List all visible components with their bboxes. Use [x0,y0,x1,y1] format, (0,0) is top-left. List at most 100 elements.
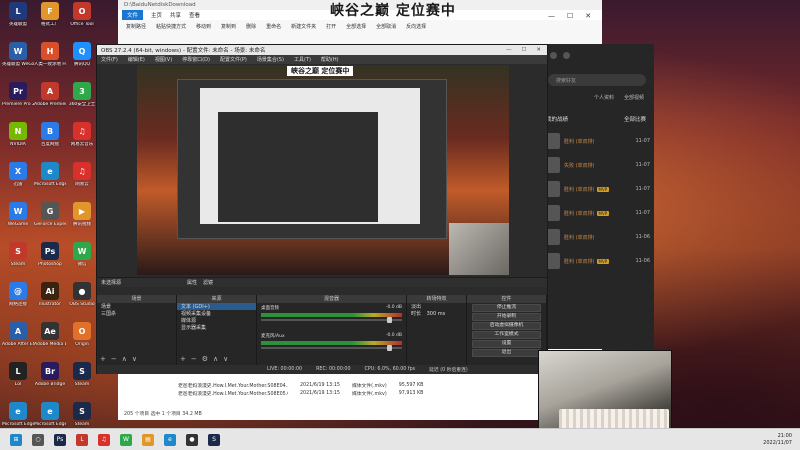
ribbon-command[interactable]: 全部选择 [346,23,366,42]
slider-handle[interactable] [387,317,392,323]
explorer-icon[interactable]: ▤ [142,433,154,446]
match-filter[interactable]: 全部比赛 [624,115,646,123]
source-item[interactable]: 媒体源 [177,317,256,324]
source-item[interactable]: 文本 (GDI+) [177,303,256,310]
desktop-icon[interactable]: ● OBS Studio [66,282,98,322]
taskbar-clock[interactable]: 21:00 2022/11/07 [763,433,800,447]
match-row[interactable]: 胜利 (单双排) MVP 11-06 [540,249,654,273]
menu-item[interactable]: 帮助(H) [321,56,339,63]
add-icon[interactable]: + [100,355,106,363]
ribbon-command[interactable]: 移动到 [196,23,211,42]
desktop-icon[interactable]: e Microsoft Edge [34,162,66,202]
file-row[interactable]: 老爸老妈浪漫史.How.I.Met.Your.Mother.S08E05.Chi… [178,390,508,398]
desktop-icon[interactable]: F 格式工厂 [34,2,66,42]
volume-slider[interactable] [261,317,402,323]
add-icon[interactable]: + [180,355,186,363]
menu-item[interactable]: 视图(V) [155,56,172,63]
wechat-icon[interactable]: W [120,433,132,446]
duration-value[interactable]: 300 ms [427,311,446,317]
volume-slider[interactable] [261,345,402,351]
desktop-icon[interactable]: O Office Tool [66,2,98,42]
desktop-icon[interactable]: L 英雄联盟 [2,2,34,42]
desktop-icon[interactable]: X 迅雷 [2,162,34,202]
obs-preview[interactable]: 峡谷之巅 定位赛中 [137,65,509,275]
avatar[interactable] [563,51,570,59]
steam-icon[interactable]: S [208,433,220,446]
desktop-icon[interactable]: S Steam [66,362,98,402]
desktop-icon[interactable]: W 微信 [66,242,98,282]
ribbon-command[interactable]: 新建文件夹 [291,23,316,42]
tab-profile[interactable]: 个人资料 [594,94,614,101]
desktop-icon[interactable]: N NVIDIA [2,122,34,162]
file-row[interactable]: 老爸老妈浪漫史.How.I.Met.Your.Mother.S08E04... 2… [178,382,508,390]
close-icon[interactable]: ✕ [585,12,591,20]
obs-icon[interactable]: ● [186,433,198,446]
desktop-icon[interactable]: ▶ 腾讯视频 [66,202,98,242]
scene-item[interactable]: 三国杀 [97,310,176,317]
desktop-icon[interactable]: ♫ 网易云 [66,162,98,202]
desktop-icon[interactable]: G GeForce Experience [34,202,66,242]
properties-button[interactable]: 属性 [187,279,197,286]
transition-duration[interactable]: 时长 300 ms [407,310,466,317]
remove-icon[interactable]: − [111,355,117,363]
desktop-icon[interactable]: S Steam [2,242,34,282]
tab-file[interactable]: 文件 [122,10,144,20]
desktop-icon[interactable]: A Adobe Premiere [34,82,66,122]
up-icon[interactable]: ∧ [213,355,218,363]
obs-control-button[interactable]: 开始录制 [472,313,541,321]
lol-icon[interactable]: L [76,433,88,446]
menu-item[interactable]: 工具(T) [294,56,311,63]
obs-control-button[interactable]: 工作室模式 [472,331,541,339]
photoshop-icon[interactable]: Ps [54,433,66,446]
menu-item[interactable]: 编辑(E) [128,56,145,63]
scene-item[interactable]: 场景 [97,303,176,310]
close-icon[interactable]: ✕ [536,47,541,53]
ribbon-command[interactable]: 重命名 [266,23,281,42]
match-row[interactable]: 胜利 (单双排) 11-06 [540,225,654,249]
ribbon-command[interactable]: 删除 [246,23,256,42]
obs-control-button[interactable]: 设置 [472,340,541,348]
tab-share[interactable]: 共享 [170,11,181,19]
down-icon[interactable]: ∨ [223,355,228,363]
desktop-icon[interactable]: Pr Premiere Pro 2019 [2,82,34,122]
start-icon[interactable]: ⊞ [10,433,22,446]
source-item[interactable]: 视频采集设备 [177,310,256,317]
desktop-icon[interactable]: L Lol [2,362,34,402]
back-icon[interactable] [550,51,557,59]
obs-control-button[interactable]: 启动虚拟摄像机 [472,322,541,330]
desktop-icon[interactable]: 3 360安全卫士 [66,82,98,122]
edge-icon[interactable]: e [164,433,176,446]
desktop-icon[interactable]: ♫ 网易云音乐 [66,122,98,162]
filters-button[interactable]: 滤镜 [203,279,213,286]
maximize-icon[interactable]: ☐ [567,12,573,20]
search-icon[interactable]: ○ [32,433,44,446]
remove-icon[interactable]: − [191,355,197,363]
match-row[interactable]: 胜利 (单双排) 11-07 [540,129,654,153]
menu-item[interactable]: 场景集合(S) [257,56,284,63]
desktop-icon[interactable]: W 英雄联盟 WeGame版 [2,42,34,82]
menu-item[interactable]: 文件(F) [101,56,118,63]
desktop-icon[interactable]: @ 网络连接 [2,282,34,322]
gear-icon[interactable]: ⚙ [202,355,208,363]
slider-handle[interactable] [387,345,392,351]
obs-control-button[interactable]: 退出 [472,349,541,357]
minimize-icon[interactable]: — [548,12,555,20]
match-row[interactable]: 胜利 (单双排) MVP 11-07 [540,201,654,225]
down-icon[interactable]: ∨ [132,355,137,363]
up-icon[interactable]: ∧ [122,355,127,363]
tab-view[interactable]: 查看 [189,11,200,19]
desktop-icon[interactable]: H 人类一败涂地 Human Fall Flat [34,42,66,82]
desktop-icon[interactable]: A Adobe After Effects [2,322,34,362]
menu-item[interactable]: 停靠窗口(D) [182,56,210,63]
ribbon-command[interactable]: 复制到 [221,23,236,42]
tab-all-videos[interactable]: 全部视频 [624,94,644,101]
desktop-icon[interactable]: Ai Illustrator [34,282,66,322]
ribbon-command[interactable]: 全部取消 [376,23,396,42]
match-row[interactable]: 失败 (单双排) 11-07 [540,153,654,177]
menu-item[interactable]: 配置文件(P) [220,56,247,63]
tab-home[interactable]: 主页 [151,11,162,19]
obs-control-button[interactable]: 停止推流 [472,304,541,312]
ribbon-command[interactable]: 复制路径 [126,23,146,42]
ribbon-command[interactable]: 打开 [326,23,336,42]
netease-icon[interactable]: ♫ [98,433,110,446]
